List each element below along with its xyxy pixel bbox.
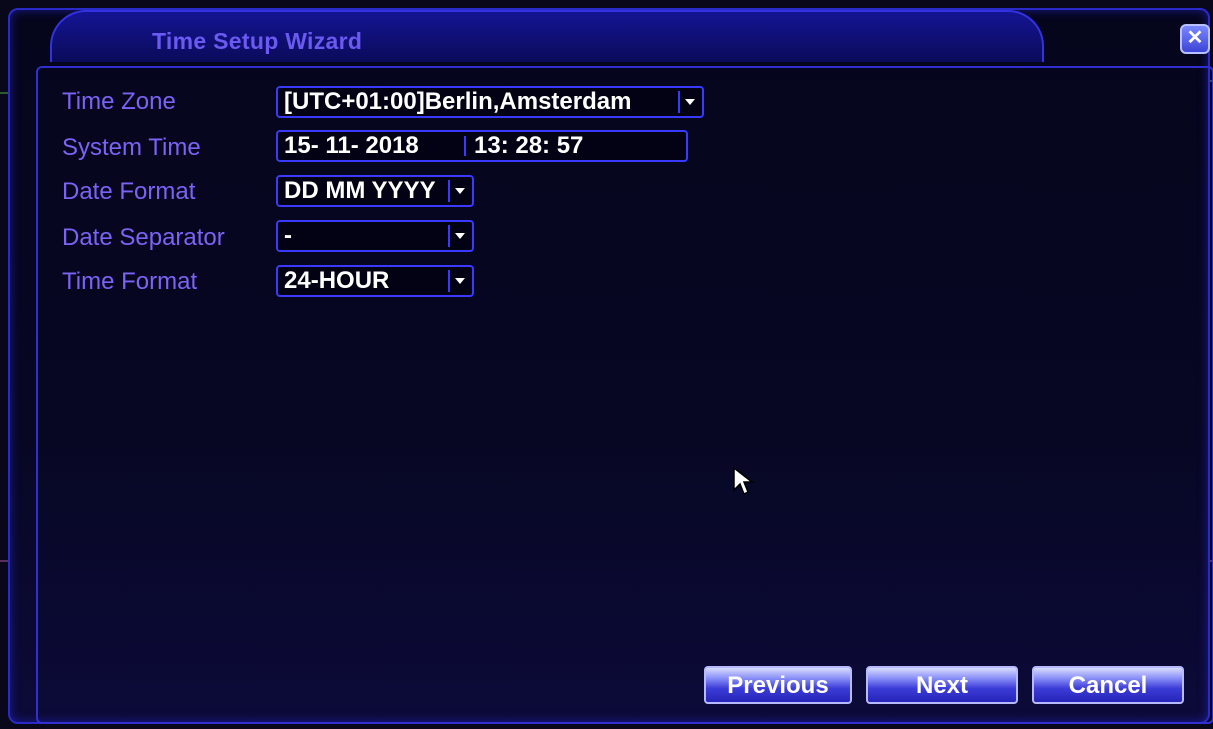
time-format-label: Time Format xyxy=(62,268,198,295)
system-time-label: System Time xyxy=(62,134,201,161)
date-format-label: Date Format xyxy=(62,178,196,205)
system-date-value[interactable]: 15- 11- 2018 xyxy=(284,132,419,159)
time-zone-select[interactable]: [UTC+01:00]Berlin,Amsterdam xyxy=(276,86,704,118)
previous-button[interactable]: Previous xyxy=(704,666,852,704)
chevron-down-icon[interactable] xyxy=(678,91,700,113)
time-setup-dialog: Time Setup Wizard ✕ Time Zone [UTC+01:00… xyxy=(8,8,1213,724)
time-zone-value: [UTC+01:00]Berlin,Amsterdam xyxy=(284,88,632,115)
system-time-value[interactable]: 13: 28: 57 xyxy=(474,132,583,160)
dialog-title: Time Setup Wizard xyxy=(152,28,363,54)
close-icon[interactable]: ✕ xyxy=(1180,24,1210,54)
chevron-down-icon[interactable] xyxy=(448,180,470,202)
system-time-field[interactable]: 15- 11- 2018 13: 28: 57 xyxy=(276,130,688,162)
chevron-down-icon[interactable] xyxy=(448,270,470,292)
time-format-select[interactable]: 24-HOUR xyxy=(276,265,474,297)
date-format-value: DD MM YYYY xyxy=(284,177,436,204)
time-format-value: 24-HOUR xyxy=(284,267,390,294)
date-separator-select[interactable]: - xyxy=(276,220,474,252)
title-bar[interactable]: Time Setup Wizard xyxy=(50,10,1044,62)
date-separator-value: - xyxy=(284,222,292,249)
date-format-select[interactable]: DD MM YYYY xyxy=(276,175,474,207)
cancel-button[interactable]: Cancel xyxy=(1032,666,1184,704)
mouse-pointer-icon xyxy=(733,466,754,496)
form-panel xyxy=(36,66,1213,724)
time-zone-label: Time Zone xyxy=(62,88,176,115)
date-separator-label: Date Separator xyxy=(62,224,225,251)
next-button[interactable]: Next xyxy=(866,666,1018,704)
chevron-down-icon[interactable] xyxy=(448,225,470,247)
date-time-divider xyxy=(464,136,466,156)
